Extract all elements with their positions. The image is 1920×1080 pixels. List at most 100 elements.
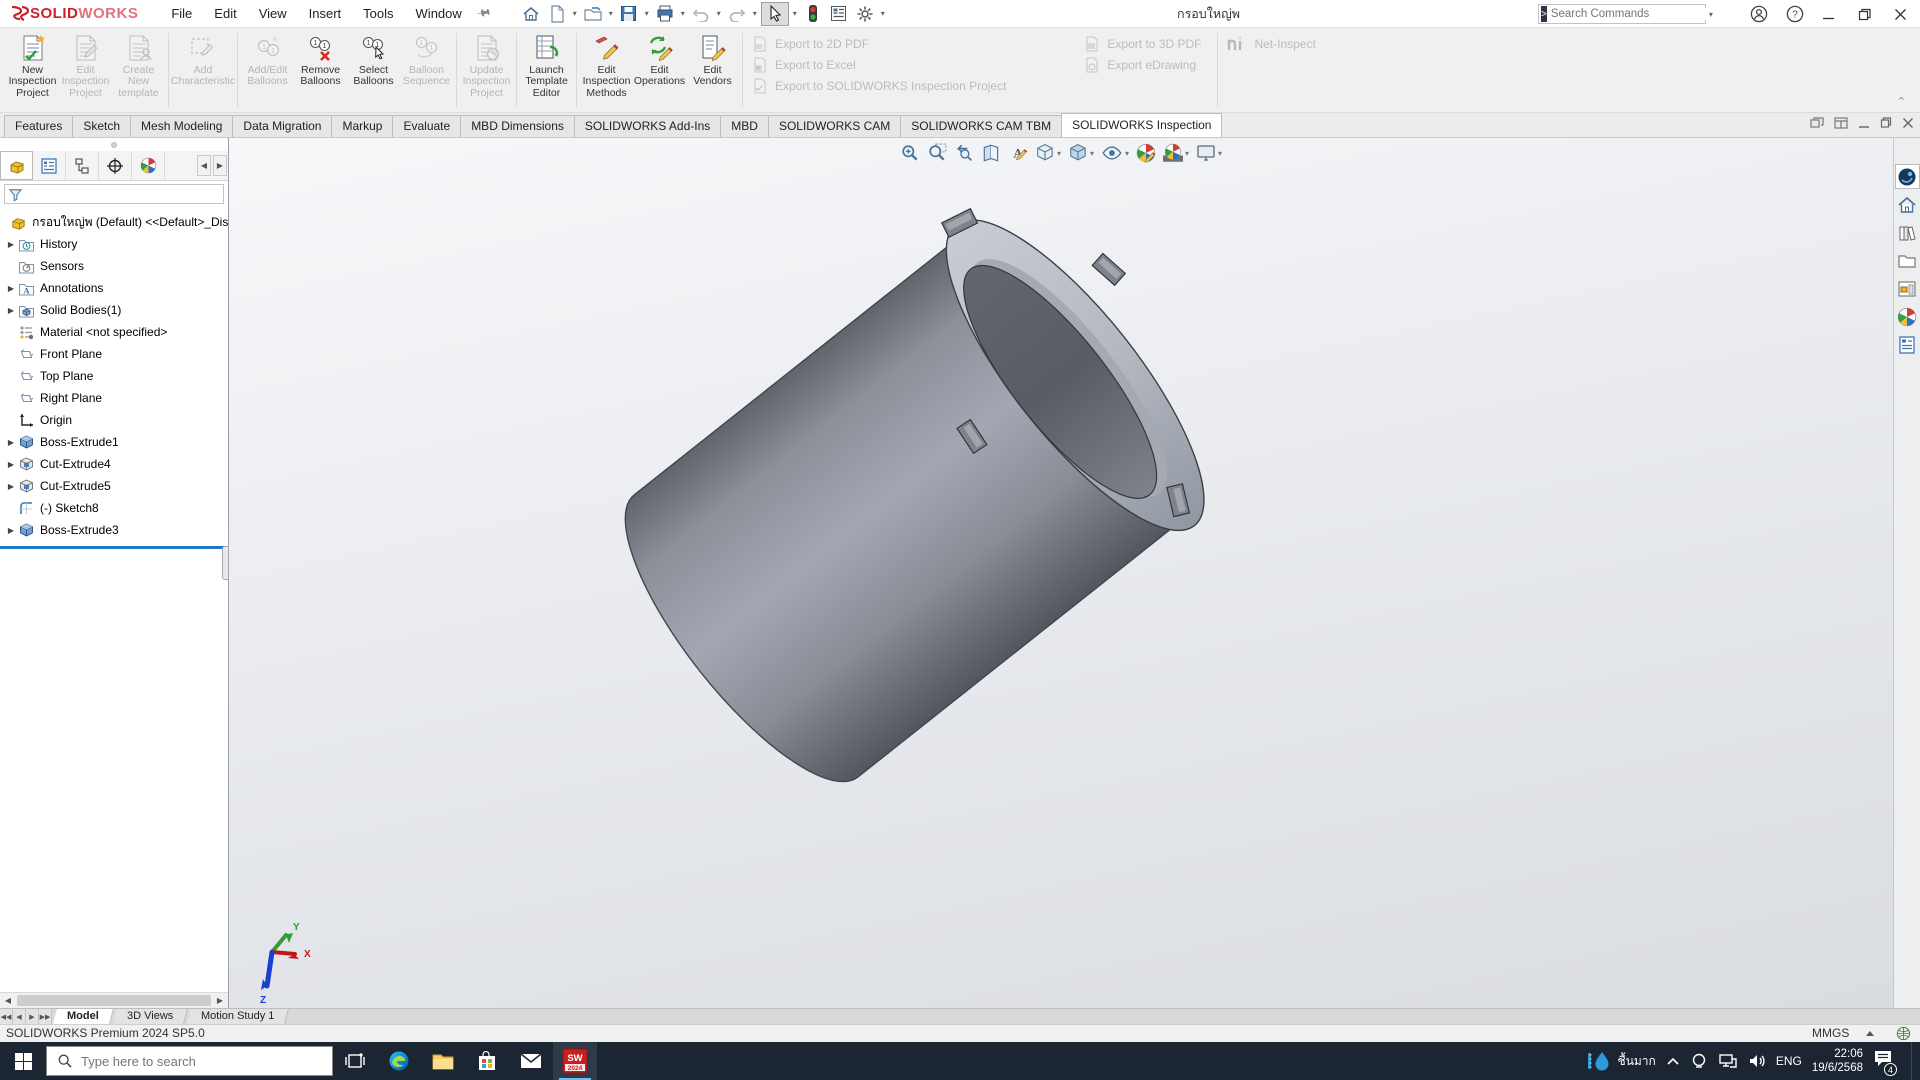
- scroll-left-arrow[interactable]: ◀: [0, 993, 16, 1008]
- show-desktop-button[interactable]: [1911, 1042, 1916, 1080]
- panel-resize-handle[interactable]: [222, 546, 229, 580]
- expander-icon[interactable]: ▶: [4, 460, 18, 469]
- hide-show-caret[interactable]: ▾: [1125, 149, 1129, 158]
- scroll-thumb[interactable]: [17, 995, 211, 1006]
- property-manager-tab[interactable]: [33, 151, 66, 180]
- tab-markup[interactable]: Markup: [331, 115, 393, 137]
- view-orientation-caret[interactable]: ▾: [1057, 149, 1061, 158]
- menu-tools[interactable]: Tools: [352, 0, 404, 27]
- tabs-prev-arrow[interactable]: ◀: [13, 1009, 26, 1024]
- previous-view-button[interactable]: [954, 143, 974, 163]
- view-settings-button[interactable]: ▾: [1196, 144, 1222, 162]
- 3dexperience-button[interactable]: [1895, 164, 1920, 189]
- edge-browser-button[interactable]: [377, 1042, 421, 1080]
- tab-solidworks-cam-tbm[interactable]: SOLIDWORKS CAM TBM: [900, 115, 1062, 137]
- view-orientation-button[interactable]: ▾: [1035, 143, 1061, 163]
- action-center-button[interactable]: 4: [1873, 1049, 1893, 1073]
- tree-item-front-plane[interactable]: ▶ Front Plane: [0, 343, 228, 365]
- custom-properties-button[interactable]: [1895, 332, 1920, 357]
- tile-window-icon[interactable]: [1834, 117, 1848, 129]
- tabs-last-arrow[interactable]: ▶▶: [39, 1009, 52, 1024]
- 3d-views-tab[interactable]: 3D Views: [113, 1009, 188, 1024]
- tab-mbd[interactable]: MBD: [720, 115, 769, 137]
- tab-features[interactable]: Features: [4, 115, 73, 137]
- design-library-button[interactable]: [1895, 220, 1920, 245]
- zoom-to-area-button[interactable]: [927, 143, 947, 163]
- new-document-button[interactable]: [545, 2, 569, 26]
- redo-caret[interactable]: ▾: [751, 9, 759, 18]
- command-search[interactable]: > ▾: [1538, 4, 1706, 24]
- pin-icon[interactable]: 🖈: [472, 1, 494, 26]
- export-edrawing-button[interactable]: Export eDrawing: [1084, 58, 1201, 72]
- tab-evaluate[interactable]: Evaluate: [392, 115, 461, 137]
- print-button[interactable]: [653, 2, 677, 26]
- cast-device-icon[interactable]: [1690, 1052, 1708, 1070]
- tree-item-annotations[interactable]: ▶ A Annotations: [0, 277, 228, 299]
- close-button[interactable]: [1886, 0, 1914, 28]
- expander-icon[interactable]: ▶: [4, 284, 18, 293]
- graphics-viewport[interactable]: A ▾ ▾ ▾ ▾ ▾ Y X Z: [229, 138, 1893, 1008]
- open-caret[interactable]: ▾: [607, 9, 615, 18]
- launch-template-editor-button[interactable]: Launch Template Editor: [520, 31, 573, 99]
- ribbon-collapse-chevron[interactable]: ⌃: [1897, 95, 1906, 108]
- add-characteristic-button[interactable]: Add Characteristic: [172, 31, 234, 88]
- feature-manager-tab[interactable]: [0, 151, 33, 180]
- tree-item-right-plane[interactable]: ▶ Right Plane: [0, 387, 228, 409]
- search-commands-input[interactable]: [1547, 8, 1709, 20]
- panel-horizontal-scrollbar[interactable]: ◀ ▶: [0, 992, 228, 1008]
- export-3d-pdf-button[interactable]: Export to 3D PDF: [1084, 37, 1201, 51]
- solidworks-resources-button[interactable]: [1895, 192, 1920, 217]
- tree-item-boss-extrude3[interactable]: ▶ Boss-Extrude3: [0, 519, 228, 541]
- options-button[interactable]: [853, 2, 877, 26]
- create-new-template-button[interactable]: Create New template: [112, 31, 165, 99]
- view-palette-button[interactable]: [1895, 276, 1920, 301]
- tab-solidworks-cam[interactable]: SOLIDWORKS CAM: [768, 115, 901, 137]
- home-button[interactable]: [519, 2, 543, 26]
- restore-button[interactable]: [1850, 0, 1878, 28]
- tab-data-migration[interactable]: Data Migration: [232, 115, 332, 137]
- print-caret[interactable]: ▾: [679, 9, 687, 18]
- file-explorer-button[interactable]: [1895, 248, 1920, 273]
- edit-operations-button[interactable]: Edit Operations: [633, 31, 686, 88]
- doc-minimize-icon[interactable]: [1858, 117, 1870, 129]
- model-tab[interactable]: Model: [53, 1009, 114, 1024]
- dimxpert-manager-tab[interactable]: [99, 151, 132, 180]
- tab-sketch[interactable]: Sketch: [72, 115, 131, 137]
- motion-study-tab[interactable]: Motion Study 1: [187, 1009, 289, 1024]
- tree-item-material[interactable]: ▶ Material <not specified>: [0, 321, 228, 343]
- expander-icon[interactable]: ▶: [4, 306, 18, 315]
- menu-edit[interactable]: Edit: [203, 0, 247, 27]
- menu-view[interactable]: View: [248, 0, 298, 27]
- rollback-bar[interactable]: [0, 546, 228, 549]
- new-window-icon[interactable]: [1810, 117, 1824, 129]
- tabs-next-arrow[interactable]: ▶: [26, 1009, 39, 1024]
- menu-file[interactable]: File: [160, 0, 203, 27]
- edit-inspection-methods-button[interactable]: Edit Inspection Methods: [580, 31, 633, 99]
- menu-insert[interactable]: Insert: [298, 0, 353, 27]
- edit-inspection-project-button[interactable]: Edit Inspection Project: [59, 31, 112, 99]
- tree-root-part[interactable]: ▶ กรอบใหญ่พ (Default) <<Default>_Displ: [0, 211, 228, 233]
- expander-icon[interactable]: ▶: [4, 526, 18, 535]
- export-2d-pdf-button[interactable]: Export to 2D PDF: [752, 37, 1006, 51]
- options-caret[interactable]: ▾: [879, 9, 887, 18]
- panel-tabs-right-arrow[interactable]: ▶: [213, 155, 227, 176]
- unit-system-selector[interactable]: MMGS: [1812, 1026, 1849, 1040]
- export-excel-button[interactable]: Export to Excel: [752, 58, 1006, 72]
- doc-close-icon[interactable]: [1902, 117, 1914, 129]
- account-button[interactable]: [1745, 0, 1773, 28]
- select-caret[interactable]: ▾: [791, 9, 799, 18]
- save-caret[interactable]: ▾: [643, 9, 651, 18]
- minimize-button[interactable]: [1814, 0, 1842, 28]
- redo-button[interactable]: [725, 2, 749, 26]
- weather-button[interactable]: ชื้นมาก: [1586, 1049, 1656, 1073]
- display-style-caret[interactable]: ▾: [1090, 149, 1094, 158]
- tree-item-top-plane[interactable]: ▶ Top Plane: [0, 365, 228, 387]
- tree-item-sensors[interactable]: ▶ Sensors: [0, 255, 228, 277]
- new-inspection-project-button[interactable]: New Inspection Project: [6, 31, 59, 99]
- display-manager-tab[interactable]: [132, 151, 165, 180]
- select-balloons-button[interactable]: Select Balloons: [347, 31, 400, 88]
- tree-item-cut-extrude5[interactable]: ▶ Cut-Extrude5: [0, 475, 228, 497]
- save-button[interactable]: [617, 2, 641, 26]
- apply-scene-caret[interactable]: ▾: [1185, 149, 1189, 158]
- help-button[interactable]: ?: [1781, 0, 1809, 28]
